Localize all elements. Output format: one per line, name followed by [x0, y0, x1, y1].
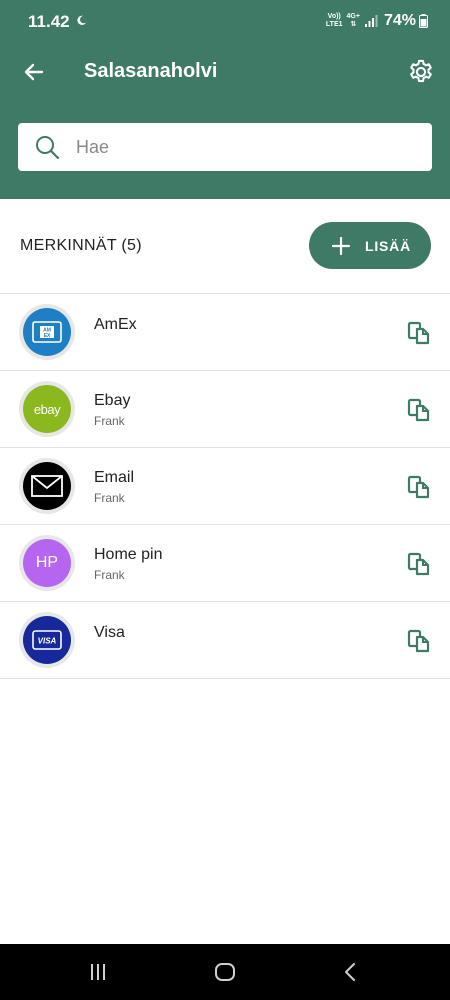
avatar: AM EX [19, 304, 75, 360]
avatar: ebay [19, 381, 75, 437]
copy-button[interactable] [404, 472, 434, 502]
copy-icon [407, 398, 430, 422]
app-header: 11.42 Vo)) LTE1 4G+ ⇅ 74% Salasanaholvi … [0, 0, 450, 199]
initials-avatar: HP [23, 539, 71, 587]
gear-icon [410, 59, 432, 83]
copy-button[interactable] [404, 549, 434, 579]
amex-logo-icon: AM EX [23, 308, 71, 356]
signal-icon [364, 15, 378, 27]
add-entry-button[interactable]: LISÄÄ [309, 222, 431, 269]
item-title: AmEx [94, 316, 137, 333]
svg-text:EX: EX [44, 333, 51, 339]
list-item-visa[interactable]: VISA Visa [0, 602, 450, 679]
add-entry-label: LISÄÄ [365, 237, 411, 254]
item-title: Visa [94, 624, 125, 641]
network-gen-indicator: 4G+ ⇅ [346, 13, 360, 28]
copy-button[interactable] [404, 395, 434, 425]
system-nav-bar [0, 944, 450, 1000]
page-title: Salasanaholvi [84, 60, 218, 82]
search-box[interactable] [18, 123, 432, 171]
status-indicators: Vo)) LTE1 4G+ ⇅ 74% [326, 12, 428, 30]
entries-count: MERKINNÄT (5) [20, 237, 142, 254]
home-icon [215, 963, 235, 981]
back-chevron-icon [345, 963, 355, 981]
nav-back-button[interactable] [337, 960, 363, 984]
avatar: HP [19, 535, 75, 591]
item-subtitle: Frank [94, 491, 125, 505]
list-item-ebay[interactable]: ebay Ebay Frank [0, 371, 450, 448]
list-item-email[interactable]: Email Frank [0, 448, 450, 525]
recent-apps-icon [91, 964, 105, 980]
svg-text:VISA: VISA [38, 637, 57, 646]
item-title: Ebay [94, 392, 131, 409]
copy-icon [407, 552, 430, 576]
arrow-left-icon [24, 63, 44, 81]
item-title: Email [94, 469, 135, 486]
battery-level: 74% [383, 12, 416, 29]
copy-button[interactable] [404, 626, 434, 656]
settings-button[interactable] [404, 55, 438, 89]
ebay-logo-icon: ebay [23, 385, 71, 433]
moon-icon [77, 15, 87, 25]
visa-logo-icon: VISA [23, 616, 71, 664]
volte-indicator: Vo)) LTE1 [325, 13, 343, 28]
avatar: VISA [19, 612, 75, 668]
plus-icon [331, 236, 351, 255]
entries-header: MERKINNÄT (5) LISÄÄ [0, 199, 450, 293]
item-title: Home pin [94, 546, 163, 563]
item-subtitle: Frank [94, 414, 125, 428]
recent-apps-button[interactable] [85, 960, 111, 984]
battery-icon [419, 14, 428, 28]
copy-icon [407, 629, 430, 653]
copy-icon [407, 321, 430, 345]
list-item-amex[interactable]: AM EX AmEx [0, 294, 450, 371]
copy-icon [407, 475, 430, 499]
status-bar: 11.42 Vo)) LTE1 4G+ ⇅ 74% [0, 0, 450, 44]
avatar [19, 458, 75, 514]
home-button[interactable] [212, 960, 238, 984]
envelope-icon [23, 462, 71, 510]
back-button[interactable] [18, 56, 50, 88]
entries-list: AM EX AmEx ebay Ebay Frank Email Frank H… [0, 293, 450, 679]
search-icon [36, 136, 60, 160]
search-input[interactable] [76, 136, 396, 158]
status-time: 11.42 [28, 12, 70, 31]
list-item-home-pin[interactable]: HP Home pin Frank [0, 525, 450, 602]
item-subtitle: Frank [94, 568, 125, 582]
copy-button[interactable] [404, 318, 434, 348]
